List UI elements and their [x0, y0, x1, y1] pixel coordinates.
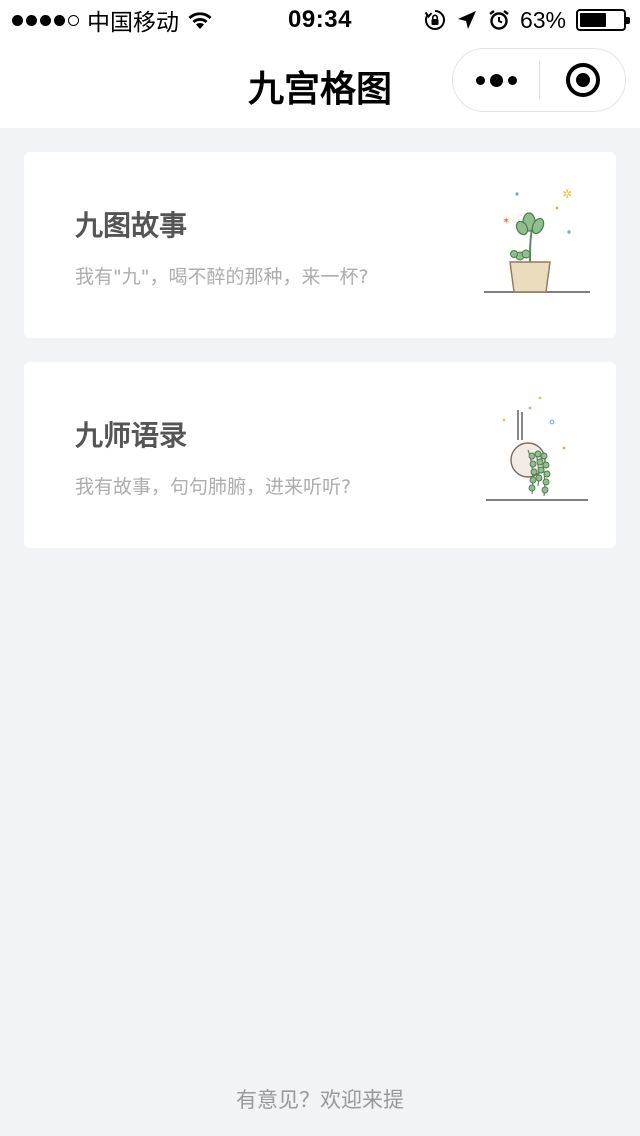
target-circle-icon[interactable]	[540, 49, 625, 111]
svg-text:✶: ✶	[502, 216, 510, 227]
orientation-lock-icon	[424, 10, 445, 30]
card-title: 九师语录	[75, 419, 188, 452]
menu-capsule	[452, 48, 626, 112]
more-dots-icon[interactable]	[453, 49, 539, 111]
card-nine-master-quotes[interactable]: 九师语录 我有故事，句句肺腑，进来听听?	[24, 362, 616, 548]
battery-fill	[580, 13, 607, 27]
potted-plant-illustration: ✲ ✶	[484, 187, 590, 293]
status-bar: 中国移动 09:34 63%	[0, 0, 640, 40]
navigation-bar: 九宫格图	[0, 40, 640, 128]
battery-percent: 63%	[519, 6, 566, 33]
svg-text:✲: ✲	[562, 187, 572, 201]
card-title: 九图故事	[75, 209, 188, 242]
alarm-icon	[489, 10, 509, 30]
card-nine-picture-story[interactable]: 九图故事 我有"九"，喝不醉的那种，来一杯? ✲ ✶	[24, 152, 616, 338]
location-icon	[457, 11, 476, 29]
card-subtitle: 我有"九"，喝不醉的那种，来一杯?	[75, 266, 369, 288]
hanging-plant-illustration	[486, 396, 588, 501]
feedback-link[interactable]: 有意见？欢迎来提	[0, 1084, 640, 1114]
card-subtitle: 我有故事，句句肺腑，进来听听?	[75, 476, 352, 498]
status-right: 63%	[424, 6, 630, 34]
battery-icon	[576, 9, 630, 31]
